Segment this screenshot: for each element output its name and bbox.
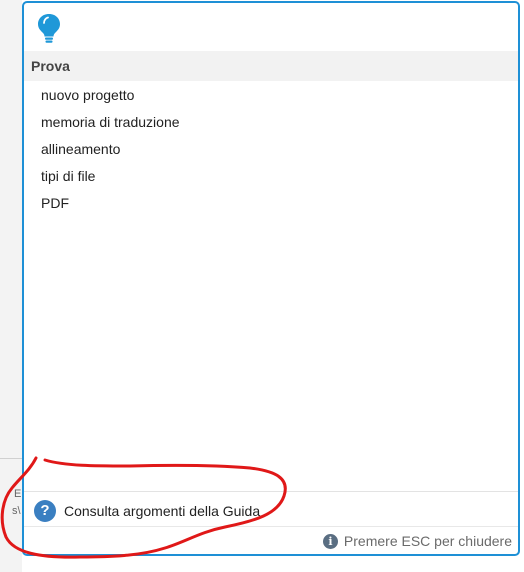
topic-link-tipi-di-file[interactable]: tipi di file bbox=[41, 164, 180, 191]
topic-link-nuovo-progetto[interactable]: nuovo progetto bbox=[41, 83, 180, 110]
background-divider bbox=[0, 458, 22, 459]
help-topics-label: Consulta argomenti della Guida bbox=[64, 503, 261, 519]
question-icon: ? bbox=[34, 500, 56, 522]
esc-hint-label: Premere ESC per chiudere bbox=[343, 533, 512, 549]
help-popup-panel: Prova nuovo progetto memoria di traduzio… bbox=[22, 1, 520, 556]
background-text-fragment: E bbox=[14, 488, 22, 500]
esc-hint: i Premere ESC per chiudere bbox=[322, 533, 512, 549]
footer-divider bbox=[24, 526, 518, 527]
lightbulb-icon bbox=[34, 11, 64, 45]
topic-link-pdf[interactable]: PDF bbox=[41, 191, 180, 218]
topic-list: nuovo progetto memoria di traduzione all… bbox=[41, 83, 180, 218]
topic-link-memoria-di-traduzione[interactable]: memoria di traduzione bbox=[41, 110, 180, 137]
footer-divider bbox=[24, 491, 518, 492]
background-window bbox=[0, 0, 22, 572]
help-topics-link[interactable]: ? Consulta argomenti della Guida bbox=[34, 499, 260, 523]
topic-link-allineamento[interactable]: allineamento bbox=[41, 137, 180, 164]
info-icon: i bbox=[322, 533, 338, 549]
section-header-prova: Prova bbox=[24, 51, 518, 81]
background-text-fragment: s\ bbox=[12, 505, 21, 517]
